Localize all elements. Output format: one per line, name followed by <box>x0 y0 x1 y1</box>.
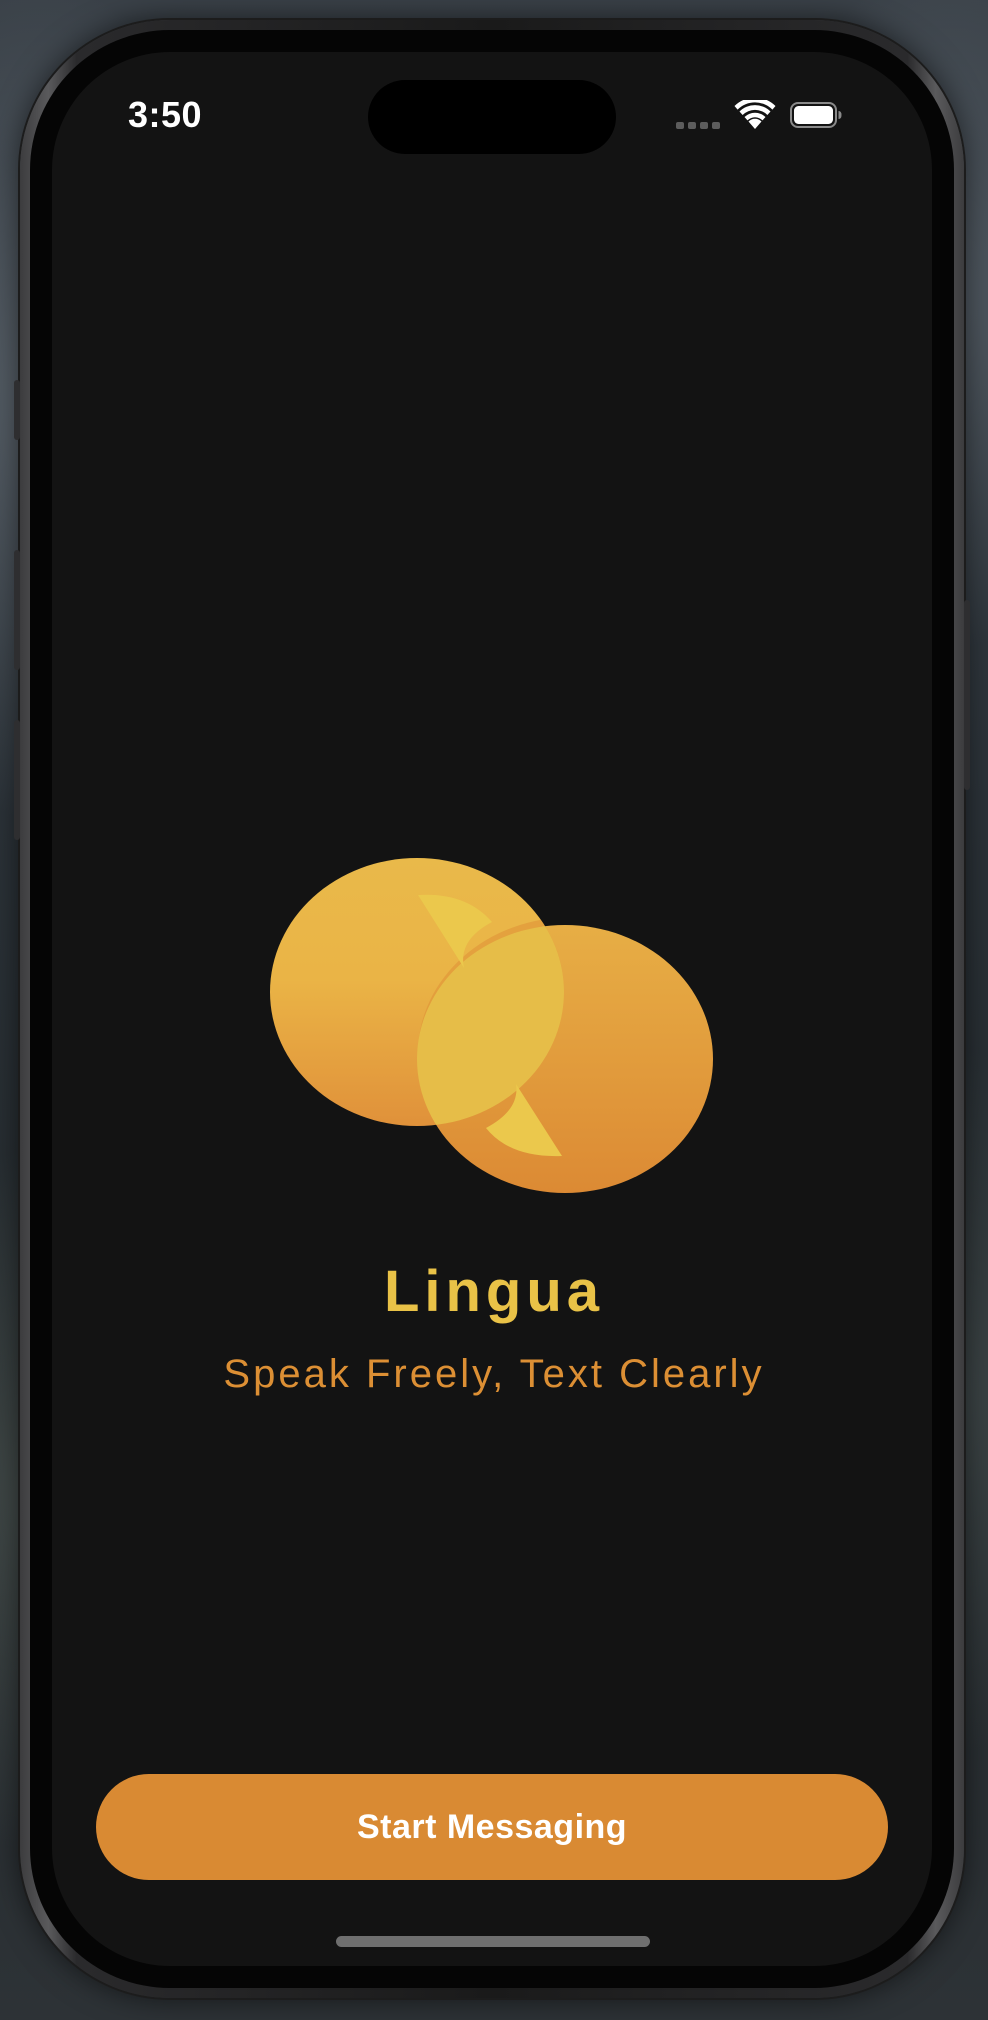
action-button <box>14 380 20 440</box>
status-time: 3:50 <box>128 94 203 135</box>
power-button <box>964 600 970 790</box>
volume-up-button <box>14 550 20 670</box>
home-indicator[interactable] <box>336 1936 650 1947</box>
start-messaging-button[interactable]: Start Messaging <box>96 1774 888 1880</box>
app-title: Lingua <box>383 1259 605 1324</box>
status-icons <box>676 98 852 134</box>
wifi-icon <box>734 100 776 129</box>
volume-down-button <box>14 720 20 840</box>
app-tagline: Speak Freely, Text Clearly <box>223 1352 765 1396</box>
dynamic-island <box>368 80 616 154</box>
battery-icon <box>790 102 842 128</box>
cellular-signal-icon <box>676 122 722 130</box>
overlapping-speech-bubbles-icon <box>270 858 713 1193</box>
